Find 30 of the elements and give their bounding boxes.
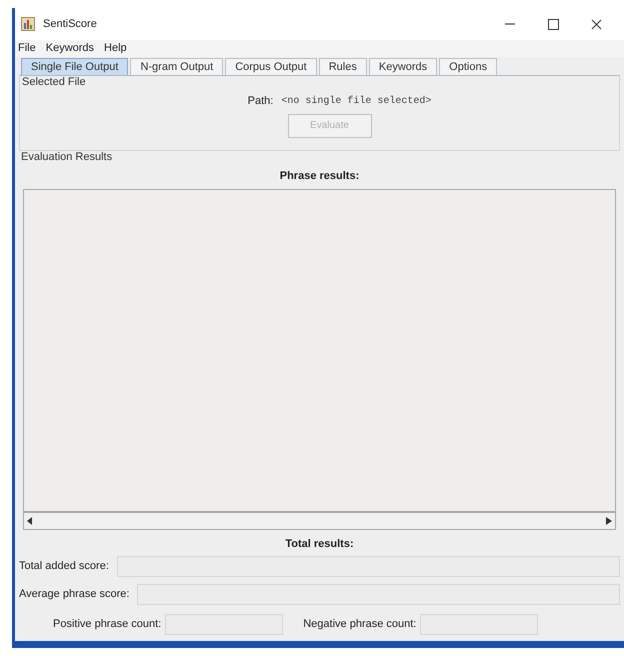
phrase-results-label: Phrase results: xyxy=(278,169,360,184)
total-results-label: Total results: xyxy=(284,536,355,552)
menu-item[interactable]: Help xyxy=(104,40,127,57)
tab[interactable]: Corpus Output xyxy=(225,58,317,75)
total-added-score-field[interactable] xyxy=(116,556,620,577)
field-label: Negative phrase count: xyxy=(303,617,416,632)
tab[interactable]: Options xyxy=(439,58,498,75)
field-label: Positive phrase count: xyxy=(53,617,162,632)
menu-item[interactable]: File xyxy=(18,40,36,57)
tab[interactable]: Keywords xyxy=(368,58,438,75)
section-title: Selected File xyxy=(21,76,87,89)
average-phrase-score-field[interactable] xyxy=(137,584,620,605)
maximize-icon[interactable] xyxy=(548,18,559,30)
path-value: <no single file selected> xyxy=(281,94,432,109)
section-title: Evaluation Results xyxy=(20,151,114,164)
app-icon xyxy=(21,17,35,31)
horizontal-scrollbar[interactable] xyxy=(23,512,616,530)
menu-item[interactable]: Keywords xyxy=(46,40,94,57)
tab[interactable]: Rules xyxy=(318,58,367,75)
close-icon[interactable] xyxy=(591,18,602,30)
tab[interactable]: Single File Output xyxy=(21,58,128,75)
positive-phrase-count-field[interactable] xyxy=(165,614,284,635)
tab[interactable]: N-gram Output xyxy=(130,58,224,75)
field-label: Total added score: xyxy=(19,559,109,574)
scroll-right-icon[interactable] xyxy=(606,516,612,524)
scroll-left-icon[interactable] xyxy=(27,516,33,524)
path-label: Path: xyxy=(248,94,274,109)
window-title: SentiScore xyxy=(43,16,98,32)
field-label: Average phrase score: xyxy=(19,587,130,602)
negative-phrase-count-field[interactable] xyxy=(420,614,538,635)
